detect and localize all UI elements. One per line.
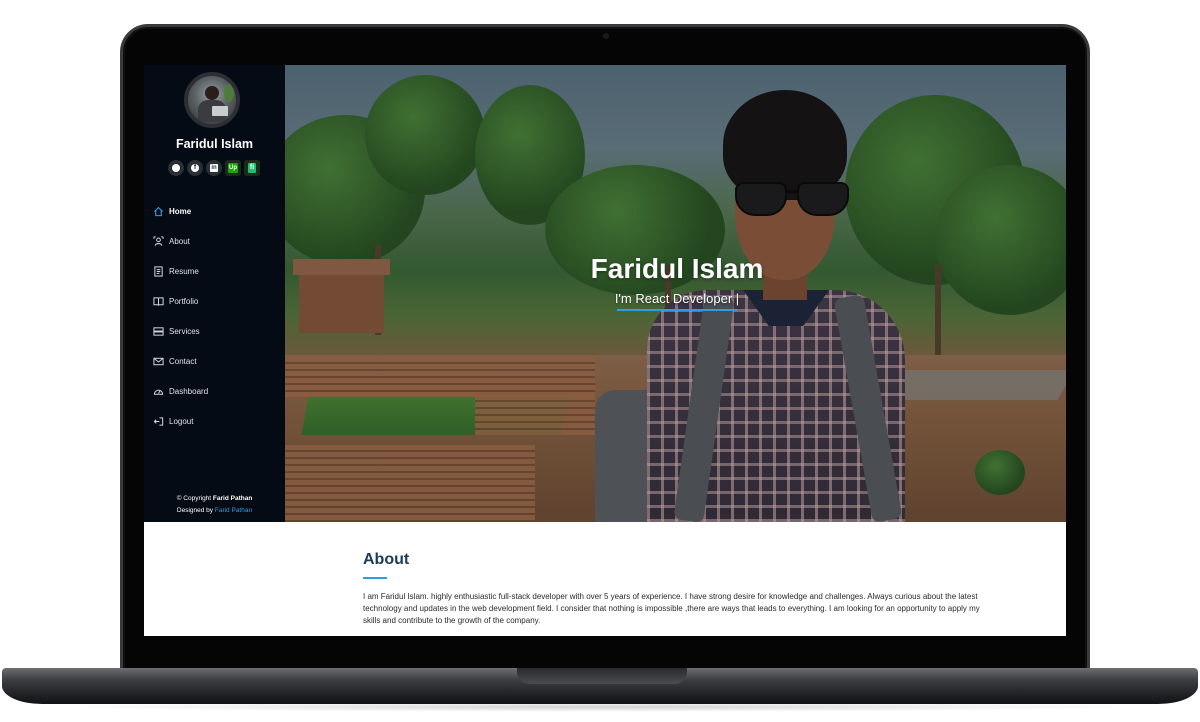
sidebar-item-label: Logout — [169, 416, 194, 426]
sidebar-item-label: Contact — [169, 356, 197, 366]
copyright-name: Farid Pathan — [212, 495, 253, 502]
sidebar-item-contact[interactable]: Contact — [153, 346, 278, 376]
gauge-icon — [153, 386, 164, 397]
camera-icon — [603, 33, 609, 39]
sidebar-nav: Home About Resume Portfolio Services Con… — [153, 196, 278, 436]
laptop-notch — [517, 668, 687, 684]
home-icon — [153, 206, 164, 217]
sidebar-item-services[interactable]: Services — [153, 316, 278, 346]
hero-subtitle: I'm React Developer | — [614, 291, 740, 306]
copyright: © Copyright Farid Pathan Designed by Far… — [144, 493, 285, 517]
upwork-icon[interactable]: Up — [225, 160, 241, 176]
sidebar-item-home[interactable]: Home — [153, 196, 278, 226]
screen: Faridul Islam f in Up fi Home About Resu… — [144, 65, 1066, 636]
sunglasses — [735, 182, 851, 216]
avatar[interactable] — [184, 72, 240, 128]
github-icon[interactable] — [168, 160, 184, 176]
hero-text: Faridul Islam I'm React Developer | — [285, 253, 1066, 311]
envelope-icon — [153, 356, 164, 367]
sidebar-item-label: Home — [169, 206, 192, 216]
hero-section: Faridul Islam I'm React Developer | — [285, 65, 1066, 522]
hero-name: Faridul Islam — [590, 253, 764, 284]
designer-link[interactable]: Farid Pathan — [215, 507, 252, 514]
sidebar-item-label: Resume — [169, 266, 199, 276]
social-links: f in Up fi — [164, 160, 264, 176]
sidebar-item-portfolio[interactable]: Portfolio — [153, 286, 278, 316]
sidebar-item-logout[interactable]: Logout — [153, 406, 278, 436]
sidebar-item-label: Dashboard — [169, 386, 209, 396]
logout-icon — [153, 416, 164, 427]
sidebar-item-dashboard[interactable]: Dashboard — [153, 376, 278, 406]
sidebar-item-label: About — [169, 236, 190, 246]
profile-name: Faridul Islam — [175, 137, 254, 151]
linkedin-icon[interactable]: in — [206, 160, 222, 176]
hero-underline — [617, 309, 737, 311]
about-divider — [363, 577, 387, 579]
user-icon — [153, 235, 164, 247]
book-icon — [153, 296, 164, 307]
about-title: About — [363, 551, 410, 568]
designed-by-prefix: Designed by — [176, 507, 214, 514]
sidebar: Faridul Islam f in Up fi Home About Resu… — [144, 65, 285, 522]
sidebar-item-about[interactable]: About — [153, 226, 278, 256]
document-icon — [153, 265, 164, 277]
server-icon — [153, 326, 164, 337]
sidebar-item-resume[interactable]: Resume — [153, 256, 278, 286]
sidebar-item-label: Portfolio — [169, 296, 199, 306]
facebook-icon[interactable]: f — [187, 160, 203, 176]
copyright-prefix: © Copyright — [176, 495, 212, 502]
laptop-base — [2, 668, 1198, 704]
about-text: I am Faridul Islam. highly enthusiastic … — [363, 592, 980, 625]
fiverr-icon[interactable]: fi — [244, 160, 260, 176]
sidebar-item-label: Services — [169, 326, 200, 336]
